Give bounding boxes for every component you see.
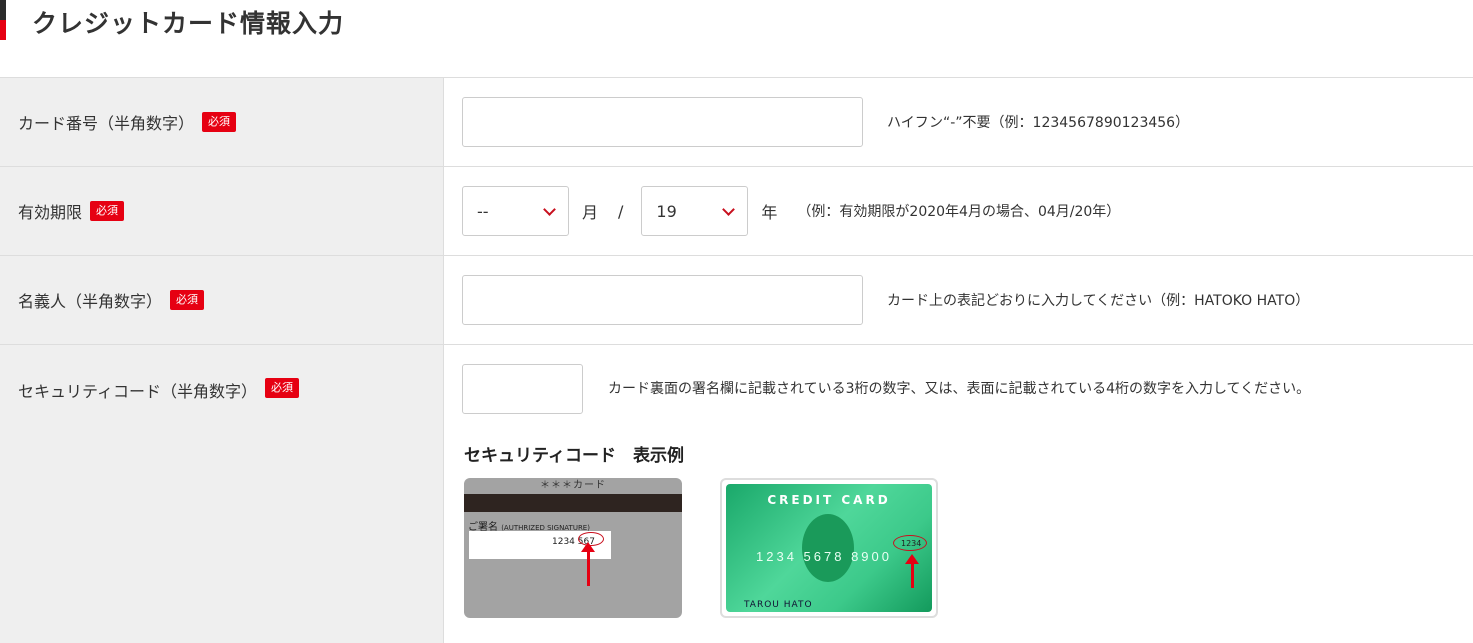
chevron-down-icon: [722, 203, 736, 216]
page-title: クレジットカード情報入力: [32, 9, 345, 38]
expiry-year-select[interactable]: 19: [641, 186, 749, 236]
expiry-label: 有効期限: [18, 203, 83, 222]
security-code-highlight-circle: [893, 535, 927, 551]
year-unit: 年: [761, 203, 778, 222]
security-example-title: セキュリティコード 表示例: [464, 446, 684, 466]
security-code-input[interactable]: [462, 364, 583, 414]
credit-card-form: カード番号（半角数字） 必須 ハイフン“-”不要（例：1234567890123…: [0, 77, 1473, 643]
chevron-down-icon: [543, 203, 556, 216]
expiry-hint: （例：有効期限が2020年4月の場合、04月/20年）: [797, 204, 1121, 220]
security-hint: カード裏面の署名欄に記載されている3桁の数字、又は、表面に記載されている4桁の数…: [608, 381, 1311, 397]
card-front-face: CREDIT CARD 1234 5678 8900 1234 TAROU HA…: [726, 484, 932, 612]
card-number-label: カード番号（半角数字）: [18, 114, 195, 133]
card-number-input[interactable]: [462, 97, 863, 147]
magnetic-stripe: [464, 494, 682, 512]
form-row-card-number: カード番号（半角数字） 必須 ハイフン“-”不要（例：1234567890123…: [0, 78, 1473, 167]
card-back-header: ＊＊＊カード: [540, 480, 606, 491]
arrow-up-icon: [581, 542, 595, 586]
arrow-up-icon: [905, 554, 919, 588]
card-front-illustration: CREDIT CARD 1234 5678 8900 1234 TAROU HA…: [720, 478, 938, 618]
card-back-illustration: ＊＊＊カード ご署名 (AUTHRIZED SIGNATURE) 1234 56…: [464, 478, 682, 618]
form-row-expiry: 有効期限 必須 -- 月 / 19 年 （例：有効期限が2020年4月の場合、0…: [0, 167, 1473, 256]
required-badge: 必須: [265, 378, 300, 398]
card-number-label-cell: カード番号（半角数字） 必須: [0, 78, 444, 166]
date-separator: /: [618, 201, 624, 221]
card-emblem: [802, 514, 854, 582]
card-number-hint: ハイフン“-”不要（例：1234567890123456）: [887, 115, 1190, 131]
expiry-label-cell: 有効期限 必須: [0, 167, 444, 255]
expiry-year-value: 19: [656, 201, 677, 221]
expiry-month-value: --: [477, 201, 489, 221]
title-accent-bar: [0, 0, 6, 40]
required-badge: 必須: [202, 112, 237, 132]
required-badge: 必須: [90, 201, 125, 221]
security-content-cell: カード裏面の署名欄に記載されている3桁の数字、又は、表面に記載されている4桁の数…: [444, 345, 1473, 643]
security-label: セキュリティコード（半角数字）: [18, 382, 258, 401]
form-row-security-code: セキュリティコード（半角数字） 必須 カード裏面の署名欄に記載されている3桁の数…: [0, 345, 1473, 643]
holder-hint: カード上の表記どおりに入力してください（例：HATOKO HATO）: [887, 293, 1310, 309]
card-holder-name: TAROU HATO: [744, 600, 813, 610]
expiry-content-cell: -- 月 / 19 年 （例：有効期限が2020年4月の場合、04月/20年）: [444, 167, 1473, 255]
holder-label: 名義人（半角数字）: [18, 292, 163, 311]
month-unit: 月: [582, 203, 599, 222]
holder-label-cell: 名義人（半角数字） 必須: [0, 256, 444, 344]
required-badge: 必須: [170, 290, 205, 310]
card-brand: CREDIT CARD: [767, 493, 891, 507]
expiry-month-select[interactable]: --: [462, 186, 569, 236]
form-row-holder: 名義人（半角数字） 必須 カード上の表記どおりに入力してください（例：HATOK…: [0, 256, 1473, 345]
card-number-content-cell: ハイフン“-”不要（例：1234567890123456）: [444, 78, 1473, 166]
security-label-cell: セキュリティコード（半角数字） 必須: [0, 345, 444, 643]
holder-name-input[interactable]: [462, 275, 863, 325]
card-front-number: 1234 5678 8900: [756, 549, 892, 564]
page-header: クレジットカード情報入力: [0, 0, 1473, 40]
holder-content-cell: カード上の表記どおりに入力してください（例：HATOKO HATO）: [444, 256, 1473, 344]
